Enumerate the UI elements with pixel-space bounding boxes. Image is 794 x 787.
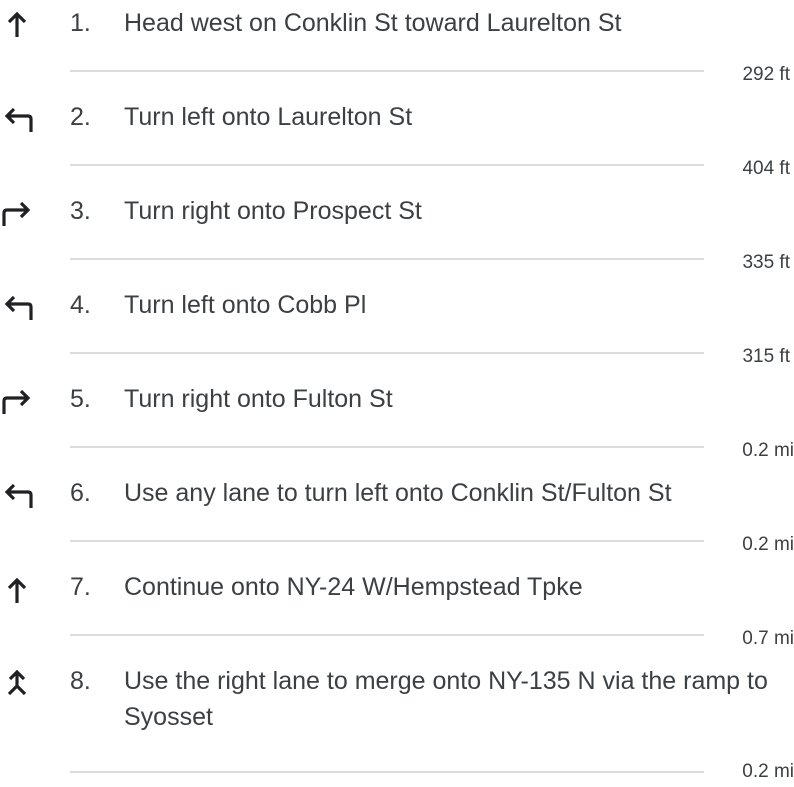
step-instruction: Turn left onto Laurelton St [124,103,413,131]
step-instruction: Head west on Conklin St toward Laurelton… [124,9,622,37]
turn-left-icon [0,103,34,137]
step-divider [70,771,704,773]
step-distance: 0.2 mi [742,761,794,782]
straight-icon [0,573,34,607]
step-number: 3. [70,197,91,225]
step-distance: 0.2 mi [742,440,794,461]
step-number: 4. [70,291,91,319]
step-instruction: Turn right onto Prospect St [124,197,422,225]
step-divider [70,446,704,448]
step-distance: 404 ft [742,158,790,179]
step-instruction: Use the right lane to merge onto NY-135 … [124,667,768,731]
turn-right-icon [0,385,34,419]
step-instruction: Turn left onto Cobb Pl [124,291,367,319]
turn-left-icon [0,479,34,513]
step-number: 1. [70,9,91,37]
step-divider [70,70,704,72]
step-divider [70,540,704,542]
turn-right-icon [0,197,34,231]
step-instruction: Continue onto NY-24 W/Hempstead Tpke [124,573,583,601]
step-divider [70,258,704,260]
step-instruction: Turn right onto Fulton St [124,385,393,413]
step-instruction: Use any lane to turn left onto Conklin S… [124,479,672,507]
turn-left-icon [0,291,34,325]
merge-icon [0,665,34,699]
step-number: 8. [70,667,91,695]
step-distance: 292 ft [742,64,790,85]
step-number: 7. [70,573,91,601]
step-distance: 335 ft [742,252,790,273]
step-distance: 315 ft [742,346,790,367]
step-divider [70,352,704,354]
directions-list: 1. Head west on Conklin St toward Laurel… [0,0,794,787]
step-number: 2. [70,103,91,131]
step-distance: 0.2 mi [742,534,794,555]
step-number: 5. [70,385,91,413]
step-divider [70,634,704,636]
step-divider [70,164,704,166]
straight-icon [0,7,34,41]
step-number: 6. [70,479,91,507]
step-distance: 0.7 mi [742,628,794,649]
